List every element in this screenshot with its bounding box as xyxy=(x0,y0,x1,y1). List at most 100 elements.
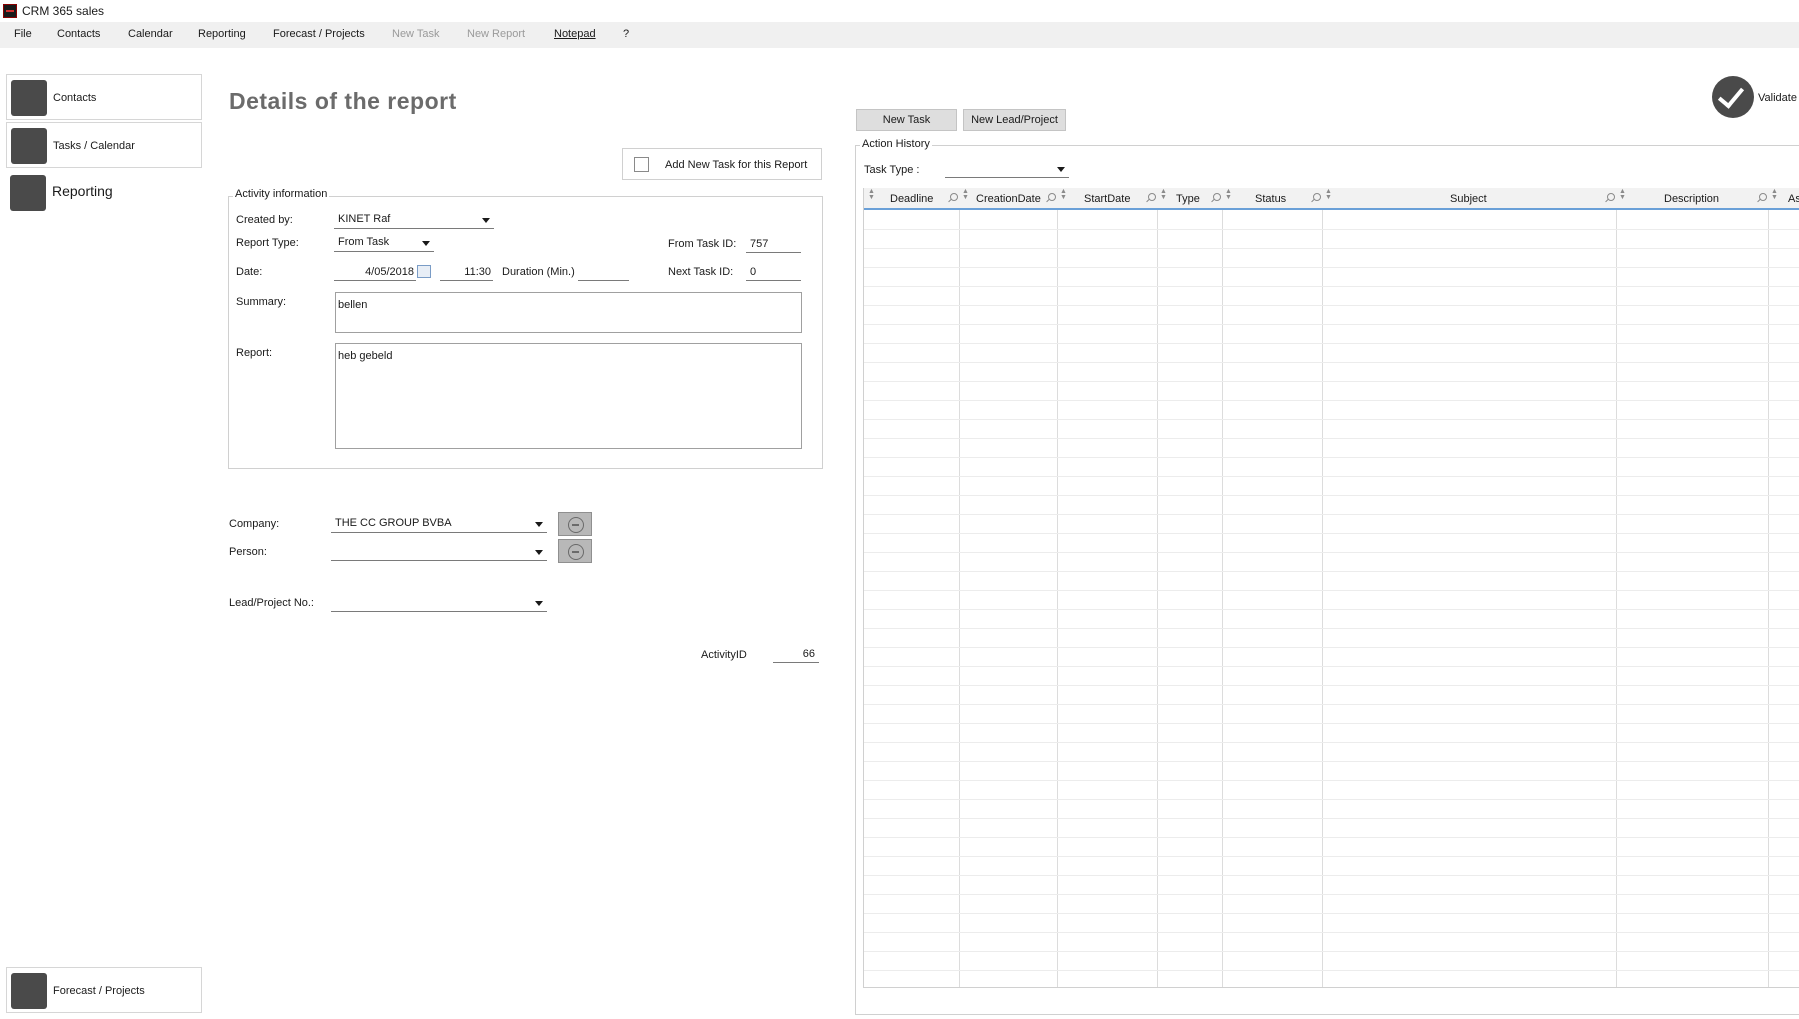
lead-project-label: Lead/Project No.: xyxy=(229,597,314,609)
menu-help[interactable]: ? xyxy=(623,28,629,40)
menu-new-report[interactable]: New Report xyxy=(467,28,525,40)
sort-icon[interactable]: ▲ ▼ xyxy=(962,188,969,201)
created-by-label: Created by: xyxy=(236,214,293,226)
menu-new-task[interactable]: New Task xyxy=(392,28,439,40)
column-header-description[interactable]: Description xyxy=(1664,193,1719,205)
column-header-deadline[interactable]: Deadline xyxy=(890,193,933,205)
table-row xyxy=(864,590,1799,591)
company-value: THE CC GROUP BVBA xyxy=(335,517,452,529)
action-history-table[interactable]: ▲ ▼ Deadline ▲ ▼ CreationDate ▲ ▼ StartDate… xyxy=(863,188,1799,988)
created-by-value: KINET Raf xyxy=(338,213,391,225)
search-icon[interactable] xyxy=(1607,193,1615,201)
add-task-checkbox[interactable] xyxy=(634,157,649,172)
sidebar-item-reporting[interactable]: Reporting xyxy=(6,170,202,216)
sidebar-item-contacts[interactable]: Contacts xyxy=(6,74,202,120)
sort-icon[interactable]: ▲ ▼ xyxy=(1225,188,1232,201)
table-row xyxy=(864,970,1799,971)
search-icon[interactable] xyxy=(1213,193,1221,201)
chevron-down-icon xyxy=(482,218,490,223)
sidebar-item-label: Forecast / Projects xyxy=(53,985,145,997)
sidebar-item-forecast-projects[interactable]: Forecast / Projects xyxy=(6,967,202,1013)
column-header-type[interactable]: Type xyxy=(1176,193,1200,205)
table-row xyxy=(864,229,1799,230)
column-header-subject[interactable]: Subject xyxy=(1450,193,1487,205)
table-row xyxy=(864,628,1799,629)
sort-icon[interactable]: ▲ ▼ xyxy=(1325,188,1332,201)
table-row xyxy=(864,761,1799,762)
sort-icon[interactable]: ▲ ▼ xyxy=(1771,188,1778,201)
task-type-label: Task Type : xyxy=(864,164,920,176)
sort-icon[interactable]: ▲ ▼ xyxy=(1619,188,1626,201)
new-task-button[interactable]: New Task xyxy=(856,109,957,131)
add-task-label: Add New Task for this Report xyxy=(665,159,808,171)
next-task-id-field[interactable]: 0 xyxy=(746,263,801,281)
menu-contacts[interactable]: Contacts xyxy=(57,28,100,40)
menu-calendar[interactable]: Calendar xyxy=(128,28,173,40)
table-header: ▲ ▼ Deadline ▲ ▼ CreationDate ▲ ▼ StartDate… xyxy=(864,188,1799,210)
table-row xyxy=(864,533,1799,534)
calendar-picker-icon[interactable] xyxy=(417,265,431,278)
duration-field[interactable] xyxy=(578,263,629,281)
table-row xyxy=(864,457,1799,458)
table-column-divider xyxy=(1057,210,1058,987)
date-field[interactable]: 4/05/2018 xyxy=(334,263,416,281)
search-icon[interactable] xyxy=(1148,193,1156,201)
menu-forecast-projects[interactable]: Forecast / Projects xyxy=(273,28,365,40)
table-row xyxy=(864,609,1799,610)
search-icon[interactable] xyxy=(950,193,958,201)
new-lead-project-button[interactable]: New Lead/Project xyxy=(963,109,1066,131)
created-by-select[interactable]: KINET Raf xyxy=(334,211,494,229)
search-icon[interactable] xyxy=(1048,193,1056,201)
company-select[interactable]: THE CC GROUP BVBA xyxy=(331,515,547,533)
clear-company-button[interactable] xyxy=(558,512,592,536)
table-row xyxy=(864,552,1799,553)
activity-id-field: 66 xyxy=(773,645,819,663)
table-row xyxy=(864,400,1799,401)
report-field[interactable]: heb gebeld xyxy=(335,343,802,449)
table-row xyxy=(864,305,1799,306)
menu-notepad[interactable]: Notepad xyxy=(554,28,596,40)
summary-field[interactable]: bellen xyxy=(335,292,802,333)
sort-icon[interactable]: ▲ ▼ xyxy=(1160,188,1167,201)
table-row xyxy=(864,286,1799,287)
report-type-value: From Task xyxy=(338,236,390,248)
validate-button[interactable]: Validate xyxy=(1758,92,1797,104)
column-header-assigned[interactable]: As xyxy=(1788,193,1799,205)
from-task-id-field[interactable]: 757 xyxy=(746,235,801,253)
column-header-status[interactable]: Status xyxy=(1255,193,1286,205)
table-column-divider xyxy=(1222,210,1223,987)
report-type-select[interactable]: From Task xyxy=(334,234,434,252)
table-column-divider xyxy=(1157,210,1158,987)
clear-person-button[interactable] xyxy=(558,539,592,563)
table-column-divider xyxy=(1616,210,1617,987)
table-row xyxy=(864,571,1799,572)
title-bar: CRM 365 sales xyxy=(0,0,1799,22)
sort-icon[interactable]: ▲ ▼ xyxy=(1060,188,1067,201)
menu-file[interactable]: File xyxy=(14,28,32,40)
table-row xyxy=(864,248,1799,249)
sidebar-item-label: Reporting xyxy=(52,183,113,199)
column-header-creationdate[interactable]: CreationDate xyxy=(976,193,1041,205)
activity-id-label: ActivityID xyxy=(701,649,747,661)
menu-reporting[interactable]: Reporting xyxy=(198,28,246,40)
summary-label: Summary: xyxy=(236,296,287,308)
search-icon[interactable] xyxy=(1313,193,1321,201)
checkmark-icon[interactable] xyxy=(1712,76,1754,118)
menu-bar: File Contacts Calendar Reporting Forecas… xyxy=(0,22,1799,48)
sidebar-item-label: Tasks / Calendar xyxy=(53,140,135,152)
table-row xyxy=(864,666,1799,667)
table-row xyxy=(864,685,1799,686)
person-select[interactable] xyxy=(331,543,547,561)
sort-icon[interactable]: ▲ ▼ xyxy=(868,188,875,201)
window-title: CRM 365 sales xyxy=(22,4,105,18)
table-row xyxy=(864,913,1799,914)
table-row xyxy=(864,799,1799,800)
sidebar-item-tasks-calendar[interactable]: Tasks / Calendar xyxy=(6,122,202,168)
time-field[interactable]: 11:30 xyxy=(440,263,493,281)
task-type-select[interactable] xyxy=(945,160,1069,178)
lead-project-select[interactable] xyxy=(331,594,547,612)
column-header-startdate[interactable]: StartDate xyxy=(1084,193,1130,205)
action-history-title: Action History xyxy=(860,138,932,150)
table-row xyxy=(864,343,1799,344)
search-icon[interactable] xyxy=(1759,193,1767,201)
